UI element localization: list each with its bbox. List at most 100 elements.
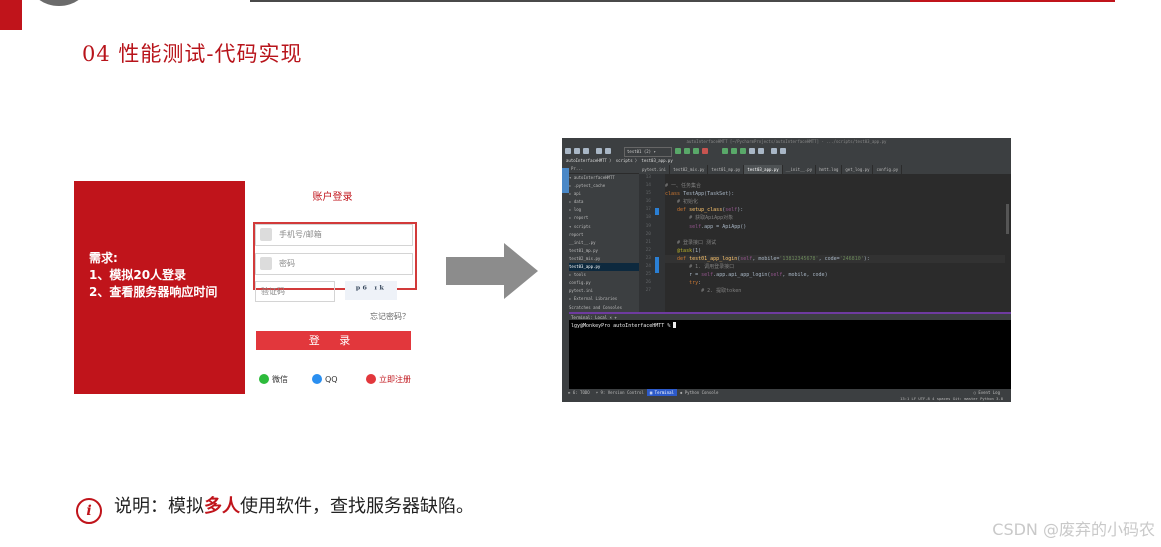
line-number: 24 (645, 264, 651, 270)
terminal[interactable]: lgy@MonkeyPro autoInterfaceHMTT % (569, 320, 1011, 389)
vcs-update-icon[interactable] (722, 148, 728, 154)
login-title: 账户登录 (312, 192, 353, 203)
slide-title: 04 性能测试-代码实现 (82, 42, 303, 66)
login-button[interactable]: 登 录 (256, 331, 411, 350)
code-editor[interactable]: # 一、任务集合 class TestApp(TaskSet): # 初始化 de… (665, 174, 1005, 312)
run-config-select[interactable]: test01 (2) ▾ (624, 147, 672, 157)
code-token: , code= (818, 255, 840, 262)
code-line: try: (665, 279, 1005, 287)
login-screenshot: 需求: 1、模拟20人登录 2、查看服务器响应时间 账户登录 手机号/邮箱 密码… (74, 181, 420, 394)
status-info: 13:1 LF UTF-8 4 spaces Git: master Pytho… (900, 396, 1003, 401)
note-text: 说明：模拟 (114, 496, 204, 517)
editor-scrollbar[interactable] (1005, 174, 1011, 312)
code-token: TestApp(TaskSet): (683, 191, 735, 198)
project-tree-item[interactable]: test02_mis.py (569, 255, 639, 263)
wechat-login[interactable]: 微信 (259, 374, 288, 385)
editor-tab[interactable]: hmtt.log (816, 165, 843, 174)
editor-tab[interactable]: test03_app.py (744, 165, 783, 174)
editor-tab[interactable]: get_log.py (842, 165, 874, 174)
line-number: 14 (645, 183, 651, 189)
editor-tab[interactable]: test02_mis.py (670, 165, 709, 174)
coverage-icon[interactable] (693, 148, 699, 154)
requirements-box: 需求: 1、模拟20人登录 2、查看服务器响应时间 (74, 181, 245, 394)
code-line: class TestApp(TaskSet): (665, 190, 1005, 198)
line-number: 19 (645, 223, 651, 229)
folder-icon[interactable] (565, 148, 571, 154)
project-panel-header[interactable]: Pr... (569, 165, 639, 174)
line-number: 23 (645, 255, 651, 261)
project-tree-item[interactable]: config.py (569, 279, 639, 287)
project-tree-item[interactable]: report (569, 231, 639, 239)
scroll-thumb[interactable] (1006, 204, 1009, 234)
captcha-field[interactable]: 验证码 (255, 281, 335, 302)
debug-icon[interactable] (684, 148, 690, 154)
highlight-outline (253, 222, 417, 290)
run-icon[interactable] (675, 148, 681, 154)
vcs-commit-icon[interactable] (731, 148, 737, 154)
stop-icon[interactable] (702, 148, 708, 154)
revert-icon[interactable] (758, 148, 764, 154)
breadcrumb[interactable]: autoInterfaceHMTT 〉 scripts 〉 test03_app… (562, 157, 1011, 165)
bottom-tool-tab[interactable]: ⑂ 9: Version Control (593, 389, 647, 396)
project-tree-item[interactable]: ▾ scripts (569, 223, 639, 231)
project-tree-item[interactable]: ▸ data (569, 198, 639, 206)
status-bar: 13:1 LF UTF-8 4 spaces Git: master Pytho… (562, 396, 1011, 402)
code-token: def (665, 255, 690, 262)
requirement-item: 2、查看服务器响应时间 (89, 285, 218, 299)
code-token: : (698, 280, 702, 287)
code-token: class (665, 191, 684, 198)
editor-tab[interactable]: config.py (873, 165, 903, 174)
captcha-image[interactable]: ᵖ⁶ ᶦᵏ (345, 281, 397, 300)
bottom-tool-tab[interactable]: ▣ Terminal (646, 389, 677, 396)
header-divider-accent (910, 0, 1115, 2)
slide-corner-decoration (30, 0, 88, 6)
forgot-password-link[interactable]: 忘记密码？ (370, 311, 410, 322)
register-link[interactable]: 立即注册 (366, 374, 411, 385)
editor-tab[interactable]: __init__.py (783, 165, 817, 174)
project-tree-item[interactable]: __init__.py (569, 239, 639, 247)
sync-icon[interactable] (583, 148, 589, 154)
code-token: # 初始化 (665, 199, 699, 206)
code-token: def (665, 207, 690, 214)
code-line: # 登录接口 测试 (665, 239, 1005, 247)
editor-tab[interactable]: pytest.ini (639, 165, 671, 174)
code-token: r = (665, 272, 702, 279)
project-tree-item[interactable]: ▸ External Libraries (569, 295, 639, 303)
project-tree-item[interactable]: ▸ api (569, 190, 639, 198)
vcs-push-icon[interactable] (740, 148, 746, 154)
settings-icon[interactable] (771, 148, 777, 154)
project-tool-button[interactable] (562, 168, 569, 193)
bottom-tool-tab[interactable]: ≡ 6: TODO (565, 389, 593, 396)
search-icon[interactable] (780, 148, 786, 154)
code-token: self (701, 272, 714, 279)
forward-icon[interactable] (605, 148, 611, 154)
project-tree-item[interactable]: pytest.ini (569, 287, 639, 295)
project-tree-item[interactable]: test01_mp.py (569, 247, 639, 255)
project-tree-item[interactable]: test03_app.py (569, 263, 639, 272)
bottom-tool-tab[interactable]: ◆ Python Console (677, 389, 722, 396)
qq-login[interactable]: QQ (312, 374, 338, 384)
qq-icon (312, 374, 322, 384)
code-token: .app.api_app_login( (713, 272, 771, 279)
project-tree-item[interactable]: ▾ autoInterfaceHMTT (569, 174, 639, 182)
project-tree-item[interactable]: ▸ report (569, 214, 639, 222)
event-log-button[interactable]: ◯ Event Log (971, 389, 1004, 396)
qq-label: QQ (325, 375, 338, 384)
save-icon[interactable] (574, 148, 580, 154)
note-text-end: 使用软件，查找服务器缺陷。 (240, 496, 474, 517)
change-marker (655, 208, 659, 215)
line-number: 16 (645, 199, 651, 205)
code-token: self (740, 255, 753, 262)
project-tree-item[interactable]: ▸ tools (569, 271, 639, 279)
back-icon[interactable] (596, 148, 602, 154)
project-tree-item[interactable]: ▸ log (569, 206, 639, 214)
project-tree-item[interactable]: ▸ .pytest_cache (569, 182, 639, 190)
editor-tab[interactable]: test01_mp.py (708, 165, 745, 174)
line-number: 18 (645, 215, 651, 221)
code-token: '246810' (839, 255, 864, 262)
project-tree-item[interactable]: Scratches and Consoles (569, 304, 639, 312)
line-number: 13 (645, 175, 651, 180)
history-icon[interactable] (749, 148, 755, 154)
